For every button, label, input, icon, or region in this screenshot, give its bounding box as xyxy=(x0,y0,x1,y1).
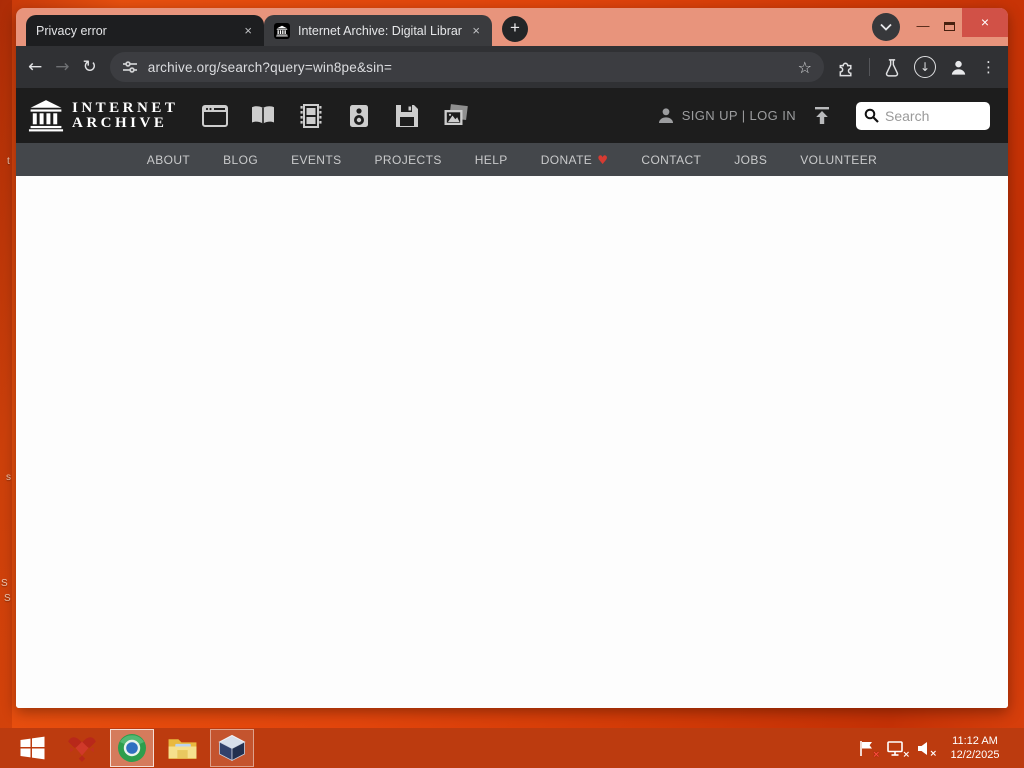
archive-nav: ABOUT BLOG EVENTS PROJECTS HELP DONATE ♥… xyxy=(16,143,1008,176)
reload-button[interactable]: ↻ xyxy=(83,57,97,77)
archive-header: INTERNET ARCHIVE SIGN UP | LOG IN Search xyxy=(16,88,1008,143)
media-type-icons xyxy=(202,103,468,129)
taskbar-file-explorer-button[interactable] xyxy=(160,729,204,767)
window-controls: — × xyxy=(872,8,1008,46)
start-button[interactable] xyxy=(10,729,54,767)
nav-item-about[interactable]: ABOUT xyxy=(147,153,190,167)
system-tray: × × × 11:12 AM 12/2/2025 xyxy=(859,734,1014,762)
software-icon[interactable] xyxy=(394,103,420,129)
audio-icon[interactable] xyxy=(346,103,372,129)
browser-window: Privacy error × Internet Archive: Digita… xyxy=(16,8,1008,708)
taskbar: × × × 11:12 AM 12/2/2025 xyxy=(0,728,1024,768)
tab-internet-archive[interactable]: Internet Archive: Digital Library × xyxy=(264,15,492,46)
nav-item-donate[interactable]: DONATE ♥ xyxy=(541,153,609,167)
images-icon[interactable] xyxy=(442,103,468,129)
taskbar-red-app-button[interactable] xyxy=(60,729,104,767)
person-icon xyxy=(658,108,673,123)
action-center-flag-icon[interactable]: × xyxy=(859,740,880,760)
wordmark-line1: INTERNET xyxy=(72,99,179,116)
mute-badge: × xyxy=(929,748,937,759)
upload-icon[interactable] xyxy=(812,106,832,125)
desktop-icon-label-fragment: S xyxy=(1,578,8,589)
nav-item-contact[interactable]: CONTACT xyxy=(641,153,701,167)
nav-item-blog[interactable]: BLOG xyxy=(223,153,258,167)
minimize-button[interactable]: — xyxy=(910,13,936,39)
web-icon[interactable] xyxy=(202,103,229,129)
nav-item-help[interactable]: HELP xyxy=(475,153,508,167)
browser-toolbar: ← → ↻ archive.org/search?query=win8pe&si… xyxy=(16,46,1008,88)
alert-badge: × xyxy=(872,749,880,760)
address-bar[interactable]: archive.org/search?query=win8pe&sin= ☆ xyxy=(109,52,824,82)
network-status-icon[interactable]: × xyxy=(887,740,910,760)
maximize-button[interactable] xyxy=(936,13,962,39)
file-explorer-icon xyxy=(168,739,196,759)
internet-archive-favicon xyxy=(274,22,290,39)
back-button[interactable]: ← xyxy=(28,57,42,77)
desktop-edge-shade xyxy=(0,0,12,728)
clock-date: 12/2/2025 xyxy=(950,749,1000,761)
tab-title: Privacy error xyxy=(36,23,107,38)
maximize-icon xyxy=(943,21,955,31)
tab-close-icon[interactable]: × xyxy=(242,23,254,38)
browser-app-icon xyxy=(118,734,146,762)
desktop-icon-label-fragment: s xyxy=(6,472,11,483)
tab-close-icon[interactable]: × xyxy=(470,23,482,38)
site-search[interactable] xyxy=(856,101,990,130)
signup-login-label[interactable]: SIGN UP | LOG IN xyxy=(682,108,796,123)
desktop-icon-label-fragment: S xyxy=(4,593,11,604)
clock-time: 11:12 AM xyxy=(952,735,998,747)
new-tab-button[interactable]: + xyxy=(502,16,528,42)
downloads-icon[interactable]: ↓ xyxy=(914,56,936,78)
browser-menu-kebab-icon[interactable]: ⋮ xyxy=(981,58,996,76)
site-settings-tune-icon[interactable] xyxy=(122,59,138,75)
profile-avatar-icon[interactable] xyxy=(949,58,968,76)
donate-heart-icon: ♥ xyxy=(597,152,609,167)
nav-item-volunteer[interactable]: VOLUNTEER xyxy=(800,153,877,167)
tab-privacy-error[interactable]: Privacy error × xyxy=(26,15,264,46)
toolbar-divider xyxy=(869,58,870,76)
desktop-icon-label-fragment: t xyxy=(7,156,10,167)
virtualbox-icon xyxy=(218,734,246,762)
experiments-flask-icon[interactable] xyxy=(883,58,901,77)
auth-links[interactable]: SIGN UP | LOG IN xyxy=(657,107,796,124)
windows-logo-icon xyxy=(20,736,44,760)
taskbar-clock[interactable]: 11:12 AM 12/2/2025 xyxy=(944,734,1006,762)
wordmark-line2: ARCHIVE xyxy=(72,114,168,131)
close-window-button[interactable]: × xyxy=(962,8,1008,37)
network-error-badge: × xyxy=(902,749,910,760)
tab-search-chevron-icon[interactable] xyxy=(872,13,900,41)
extensions-puzzle-icon[interactable] xyxy=(837,58,856,77)
texts-icon[interactable] xyxy=(250,103,276,129)
webpage-internet-archive: INTERNET ARCHIVE SIGN UP | LOG IN Search… xyxy=(16,88,1008,708)
nav-item-projects[interactable]: PROJECTS xyxy=(375,153,442,167)
red-app-icon xyxy=(68,737,96,762)
taskbar-browser-button[interactable] xyxy=(110,729,154,767)
url-text: archive.org/search?query=win8pe&sin= xyxy=(147,59,393,75)
nav-item-events[interactable]: EVENTS xyxy=(291,153,341,167)
tab-title: Internet Archive: Digital Library xyxy=(298,23,463,38)
taskbar-virtualbox-button[interactable] xyxy=(210,729,254,767)
volume-muted-icon[interactable]: × xyxy=(917,741,937,759)
internet-archive-logo-icon[interactable] xyxy=(28,99,64,132)
forward-button[interactable]: → xyxy=(55,57,69,77)
page-content-blank xyxy=(16,176,1008,708)
archive-wordmark[interactable]: INTERNET ARCHIVE xyxy=(72,99,179,131)
bookmark-star-icon[interactable]: ☆ xyxy=(798,58,812,77)
search-input[interactable] xyxy=(885,107,977,124)
video-icon[interactable] xyxy=(298,103,324,129)
search-icon xyxy=(864,108,879,123)
nav-item-jobs[interactable]: JOBS xyxy=(734,153,767,167)
tab-strip: Privacy error × Internet Archive: Digita… xyxy=(16,8,1008,46)
desktop: t s S S Privacy error × Internet Archive… xyxy=(0,0,1024,768)
